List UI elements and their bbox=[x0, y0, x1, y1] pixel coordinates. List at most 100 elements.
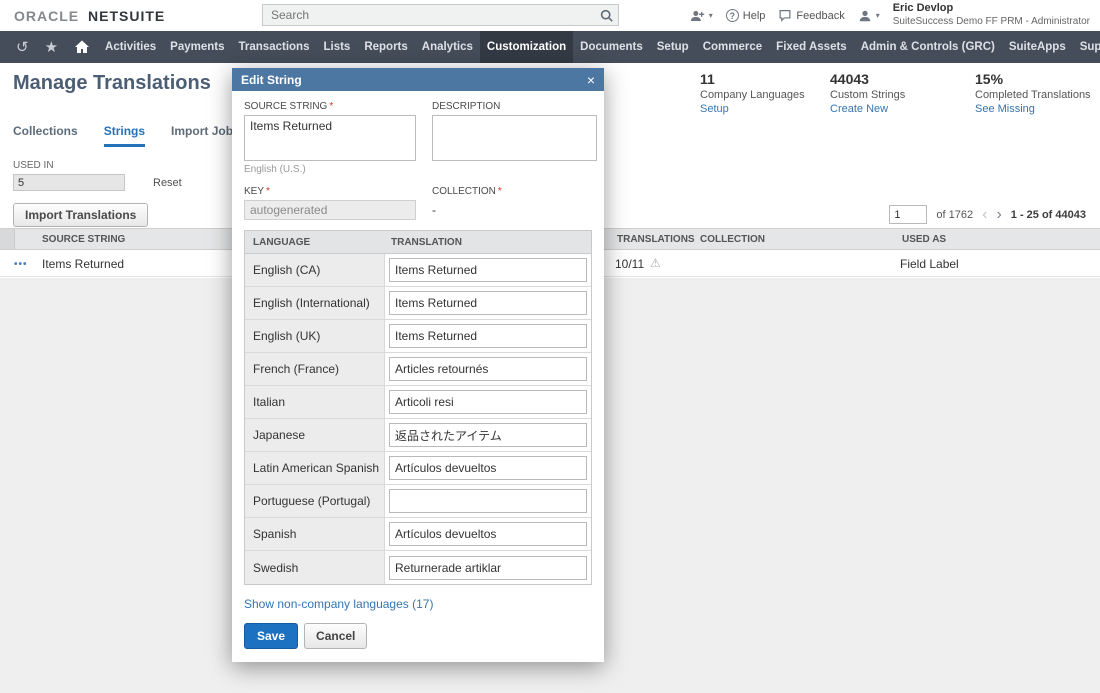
user-add-icon bbox=[690, 10, 704, 21]
feedback-bubble-icon bbox=[779, 10, 791, 22]
tab-import-jobs[interactable]: Import Jobs bbox=[171, 124, 240, 147]
translations-table-header: LANGUAGE TRANSLATION bbox=[245, 231, 591, 254]
stat-see-missing-link[interactable]: See Missing bbox=[975, 102, 1091, 116]
chevron-right-icon[interactable]: › bbox=[996, 206, 1001, 223]
nav-item-lists[interactable]: Lists bbox=[316, 31, 357, 63]
main-nav-bar: ↺ ★ Activities Payments Transactions Lis… bbox=[0, 31, 1100, 63]
translation-input[interactable] bbox=[389, 291, 587, 315]
roles-menu-button[interactable]: ▾ bbox=[690, 9, 713, 23]
show-non-company-languages-link[interactable]: Show non-company languages (17) bbox=[244, 597, 592, 611]
translation-input[interactable] bbox=[389, 456, 587, 480]
modal-header: Edit String × bbox=[232, 68, 604, 91]
translation-row: Portuguese (Portugal) bbox=[245, 485, 591, 518]
column-header-collection[interactable]: COLLECTION bbox=[700, 234, 765, 245]
nav-item-documents[interactable]: Documents bbox=[573, 31, 650, 63]
page-range-text: 1 - 25 of 44043 bbox=[1010, 208, 1086, 221]
stat-create-new-link[interactable]: Create New bbox=[830, 102, 905, 116]
nav-item-activities[interactable]: Activities bbox=[98, 31, 163, 63]
help-button[interactable]: ? Help bbox=[725, 9, 766, 22]
nav-item-customization[interactable]: Customization bbox=[479, 31, 574, 63]
user-menu-button[interactable]: ▾ bbox=[858, 9, 880, 23]
app-screen: ORACLE NETSUITE ▾ ? Help Feedback bbox=[0, 0, 1100, 693]
language-name: Swedish bbox=[245, 551, 385, 584]
row-actions-menu-icon[interactable]: ••• bbox=[14, 259, 28, 270]
column-header-source-string[interactable]: SOURCE STRING bbox=[42, 234, 125, 245]
nav-item-support[interactable]: Support bbox=[1073, 31, 1100, 63]
translation-input[interactable] bbox=[389, 555, 587, 580]
translation-input[interactable] bbox=[389, 258, 587, 282]
language-name: Japanese bbox=[245, 419, 385, 451]
header-right-cluster: ▾ ? Help Feedback ▾ Eric Devlop SuiteSuc… bbox=[690, 0, 1090, 31]
translation-row: Swedish bbox=[245, 551, 591, 584]
home-icon[interactable] bbox=[66, 31, 98, 63]
user-role: SuiteSuccess Demo FF PRM - Administrator bbox=[892, 16, 1090, 28]
nav-item-payments[interactable]: Payments bbox=[163, 31, 231, 63]
translation-input[interactable] bbox=[389, 522, 587, 546]
collection-label: COLLECTION * bbox=[432, 186, 502, 197]
tab-collections[interactable]: Collections bbox=[13, 124, 78, 147]
translation-row: English (International) bbox=[245, 287, 591, 320]
oracle-netsuite-logo[interactable]: ORACLE NETSUITE bbox=[14, 8, 165, 24]
reset-link[interactable]: Reset bbox=[153, 177, 182, 189]
stat-setup-link[interactable]: Setup bbox=[700, 102, 805, 116]
collection-value: - bbox=[432, 203, 436, 217]
global-search-input[interactable] bbox=[263, 8, 594, 22]
import-translations-button[interactable]: Import Translations bbox=[13, 203, 149, 227]
stat-completed-translations: 15% Completed Translations See Missing bbox=[975, 70, 1091, 117]
nav-item-reports[interactable]: Reports bbox=[357, 31, 414, 63]
page-number-input[interactable] bbox=[889, 205, 928, 224]
translation-input[interactable] bbox=[389, 489, 587, 513]
translation-input[interactable] bbox=[389, 423, 587, 447]
source-string-textarea[interactable]: Items Returned bbox=[244, 115, 416, 161]
nav-item-suiteapps[interactable]: SuiteApps bbox=[1002, 31, 1073, 63]
source-string-label: SOURCE STRING * bbox=[244, 101, 334, 112]
required-marker: * bbox=[266, 186, 270, 197]
nav-item-setup[interactable]: Setup bbox=[650, 31, 696, 63]
global-search bbox=[262, 4, 619, 26]
translation-row: Latin American Spanish bbox=[245, 452, 591, 485]
list-corner-cell[interactable] bbox=[0, 229, 15, 249]
stat-value: 11 bbox=[700, 71, 715, 87]
feedback-button[interactable]: Feedback bbox=[778, 9, 845, 22]
nav-item-transactions[interactable]: Transactions bbox=[232, 31, 317, 63]
nav-item-commerce[interactable]: Commerce bbox=[696, 31, 769, 63]
used-in-filter: USED IN Reset bbox=[13, 160, 182, 191]
close-icon[interactable]: × bbox=[587, 73, 595, 87]
help-label: Help bbox=[742, 9, 766, 22]
language-name: French (France) bbox=[245, 353, 385, 385]
column-header-used-as[interactable]: USED AS bbox=[902, 234, 946, 245]
translation-row: Italian bbox=[245, 386, 591, 419]
nav-item-analytics[interactable]: Analytics bbox=[415, 31, 480, 63]
stat-label: Company Languages bbox=[700, 89, 805, 102]
tab-strings[interactable]: Strings bbox=[103, 124, 146, 147]
stat-custom-strings: 44043 Custom Strings Create New bbox=[830, 70, 905, 117]
language-name: Portuguese (Portugal) bbox=[245, 485, 385, 517]
nav-item-admin-controls-grc[interactable]: Admin & Controls (GRC) bbox=[854, 31, 1002, 63]
translation-row: English (CA) bbox=[245, 254, 591, 287]
column-header-translations[interactable]: TRANSLATIONS bbox=[617, 234, 695, 245]
translations-table: LANGUAGE TRANSLATION English (CA) Englis… bbox=[244, 230, 592, 585]
language-name: Latin American Spanish bbox=[245, 452, 385, 484]
used-in-input[interactable] bbox=[13, 174, 125, 191]
user-info[interactable]: Eric Devlop SuiteSuccess Demo FF PRM - A… bbox=[893, 2, 1090, 28]
row-source-string: Items Returned bbox=[42, 257, 125, 271]
nav-item-fixed-assets[interactable]: Fixed Assets bbox=[769, 31, 854, 63]
chevron-left-icon[interactable]: ‹ bbox=[982, 206, 987, 223]
row-used-as: Field Label bbox=[900, 257, 959, 271]
oracle-brand-text: ORACLE bbox=[14, 8, 80, 24]
modal-buttons: Save Cancel bbox=[244, 623, 592, 649]
search-icon[interactable] bbox=[594, 9, 618, 22]
translation-input[interactable] bbox=[389, 357, 587, 381]
netsuite-brand-text: NETSUITE bbox=[88, 8, 166, 24]
top-header: ORACLE NETSUITE ▾ ? Help Feedback bbox=[0, 0, 1100, 31]
shortcuts-star-icon[interactable]: ★ bbox=[37, 31, 66, 63]
edit-string-modal: Edit String × SOURCE STRING * DESCRIPTION… bbox=[232, 68, 604, 662]
cancel-button[interactable]: Cancel bbox=[304, 623, 368, 649]
description-textarea[interactable] bbox=[432, 115, 597, 161]
warning-icon: ⚠ bbox=[650, 256, 661, 270]
translation-input[interactable] bbox=[389, 390, 587, 414]
save-button[interactable]: Save bbox=[244, 623, 299, 649]
user-name: Eric Devlop bbox=[892, 2, 954, 15]
history-icon[interactable]: ↺ bbox=[8, 31, 37, 63]
translation-input[interactable] bbox=[389, 324, 587, 348]
